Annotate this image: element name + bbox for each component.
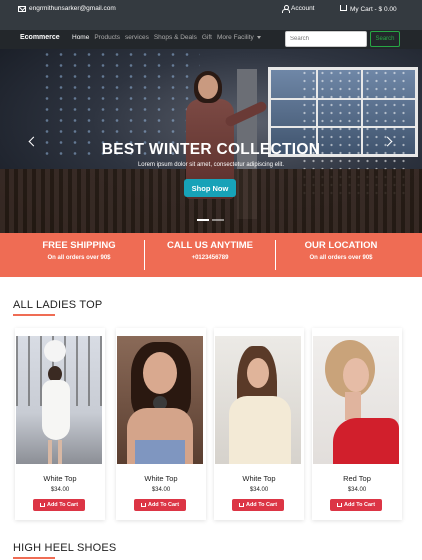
- nav-item-more-facility[interactable]: More Facility: [217, 34, 261, 41]
- shop-now-button[interactable]: Shop Now: [184, 179, 236, 197]
- cart-label: My Cart - $ 0.00: [350, 6, 397, 13]
- product-name[interactable]: White Top: [116, 474, 206, 483]
- nav-item-products[interactable]: Products: [94, 34, 120, 41]
- carousel-indicator[interactable]: [197, 219, 209, 221]
- product-image-top: [135, 440, 185, 464]
- nav-item-shops-deals[interactable]: Shops & Deals: [154, 34, 197, 41]
- caret-down-icon: [256, 35, 261, 39]
- info-title: FREE SHIPPING: [42, 240, 116, 251]
- section-title-ladies-top: ALL LADIES TOP: [13, 299, 103, 311]
- section-underline: [13, 314, 55, 316]
- hero-subtitle: Lorem ipsum dolor sit amet, consectetur …: [137, 162, 285, 168]
- add-to-cart-button[interactable]: Add To Cart: [330, 499, 382, 511]
- account-link[interactable]: Account: [282, 5, 315, 13]
- add-to-cart-label: Add To Cart: [147, 502, 180, 508]
- cart-icon: [238, 503, 244, 507]
- add-to-cart-button[interactable]: Add To Cart: [33, 499, 85, 511]
- cart-icon: [336, 503, 342, 507]
- envelope-icon: [18, 5, 26, 12]
- product-image-face: [343, 358, 369, 392]
- info-call: CALL US ANYTIME +0123456789: [145, 240, 275, 261]
- product-price: $34.00: [249, 487, 269, 493]
- add-to-cart-label: Add To Cart: [46, 502, 79, 508]
- add-to-cart-button[interactable]: Add To Cart: [134, 499, 186, 511]
- product-name[interactable]: White Top: [214, 474, 304, 483]
- info-title: OUR LOCATION: [304, 240, 378, 251]
- user-icon: [282, 5, 290, 13]
- hero-carousel: BEST WINTER COLLECTION Lorem ipsum dolor…: [0, 49, 422, 233]
- navbar: Ecommerce Home Products services Shops &…: [0, 30, 422, 49]
- info-subtitle: +0123456789: [191, 255, 229, 261]
- search-button[interactable]: Search: [370, 31, 400, 47]
- product-image[interactable]: [117, 336, 203, 464]
- top-bar: engrmithunsarker@gmail.com Account My Ca…: [0, 0, 422, 30]
- product-image-dress: [42, 380, 70, 440]
- add-to-cart-button[interactable]: Add To Cart: [232, 499, 284, 511]
- product-image-top: [333, 418, 399, 464]
- hero-title: BEST WINTER COLLECTION: [101, 141, 321, 158]
- brand-logo[interactable]: Ecommerce: [20, 34, 60, 41]
- product-name[interactable]: White Top: [15, 474, 105, 483]
- hero-model-head: [198, 75, 218, 99]
- nav-item-home[interactable]: Home: [72, 34, 89, 41]
- product-image[interactable]: [215, 336, 301, 464]
- email-link[interactable]: engrmithunsarker@gmail.com: [18, 5, 116, 12]
- carousel-indicators: [197, 219, 224, 221]
- nav-item-gift[interactable]: Gift: [202, 34, 212, 41]
- product-image[interactable]: [313, 336, 399, 464]
- info-subtitle: On all orders over 90$: [47, 255, 111, 261]
- product-image-leg: [48, 440, 52, 464]
- product-image-face: [143, 352, 177, 394]
- more-facility-label: More Facility: [216, 34, 254, 41]
- info-location: OUR LOCATION On all orders over 90$: [276, 240, 406, 261]
- product-name[interactable]: Red Top: [312, 474, 402, 483]
- cart-icon: [140, 503, 146, 507]
- cart-icon: [39, 503, 45, 507]
- product-image-balloon: [44, 340, 66, 362]
- info-shipping: FREE SHIPPING On all orders over 90$: [14, 240, 144, 261]
- carousel-indicator[interactable]: [212, 219, 224, 221]
- product-image[interactable]: [16, 336, 102, 464]
- product-price: $34.00: [50, 487, 70, 493]
- add-to-cart-label: Add To Cart: [245, 502, 278, 508]
- cart-link[interactable]: My Cart - $ 0.00: [340, 5, 400, 15]
- email-text: engrmithunsarker@gmail.com: [29, 5, 116, 12]
- account-label: Account: [291, 5, 315, 12]
- cart-icon: [340, 5, 347, 11]
- product-card[interactable]: White Top $34.00 Add To Cart: [15, 328, 105, 520]
- section-title-heel-shoes: HIGH HEEL SHOES: [13, 542, 117, 554]
- product-image-blouse: [229, 396, 291, 464]
- product-image-face: [247, 358, 269, 388]
- product-price: $34.00: [151, 487, 171, 493]
- product-price: $34.00: [347, 487, 367, 493]
- section-underline: [13, 557, 55, 559]
- product-image-neck: [345, 392, 361, 420]
- nav-links: Home Products services Shops & Deals Gif…: [72, 34, 261, 41]
- product-card[interactable]: Red Top $34.00 Add To Cart: [312, 328, 402, 520]
- product-card[interactable]: White Top $34.00 Add To Cart: [214, 328, 304, 520]
- info-band: FREE SHIPPING On all orders over 90$ CAL…: [0, 233, 422, 277]
- info-title: CALL US ANYTIME: [166, 240, 254, 251]
- nav-item-services[interactable]: services: [125, 34, 149, 41]
- search-input[interactable]: [285, 31, 367, 47]
- add-to-cart-label: Add To Cart: [343, 502, 376, 508]
- product-image-leg: [58, 440, 62, 464]
- product-card[interactable]: White Top $34.00 Add To Cart: [116, 328, 206, 520]
- info-subtitle: On all orders over 90$: [309, 255, 373, 261]
